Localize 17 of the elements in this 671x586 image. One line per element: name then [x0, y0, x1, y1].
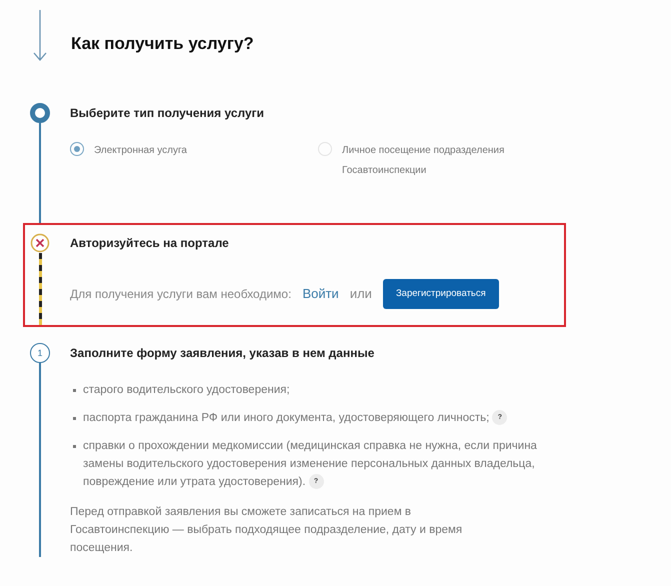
bullet-icon: [73, 417, 76, 420]
step-number: 1: [30, 343, 50, 363]
bullet-icon: [73, 389, 76, 392]
bullet-icon: [73, 445, 76, 448]
radio-label: Электронная услуга: [94, 144, 188, 158]
step-title: Заполните форму заявления, указав в нем данные: [70, 345, 376, 362]
radio-label: Личное посещение подразделения Госавтоинспекции: [342, 144, 506, 178]
requirement-text: старого водительского удостоверения;: [83, 383, 291, 398]
auth-prompt: Для получения услуги вам необходимо:: [70, 286, 292, 303]
page-heading: Как получить услугу?: [71, 33, 254, 55]
note-text: Перед отправкой заявления вы сможете записаться на прием в Госавтоинспекцию — выбрать подходящее подразделение, дату и время посещения.: [70, 505, 464, 556]
login-link[interactable]: Войти: [302, 284, 339, 304]
step-title: Выберите тип получения услуги: [70, 105, 266, 122]
or-text: или: [350, 285, 372, 304]
step-title: Авторизуйтесь на портале: [70, 235, 230, 252]
register-button[interactable]: Зарегистрироваться: [382, 279, 499, 309]
radio-button[interactable]: [70, 142, 84, 156]
